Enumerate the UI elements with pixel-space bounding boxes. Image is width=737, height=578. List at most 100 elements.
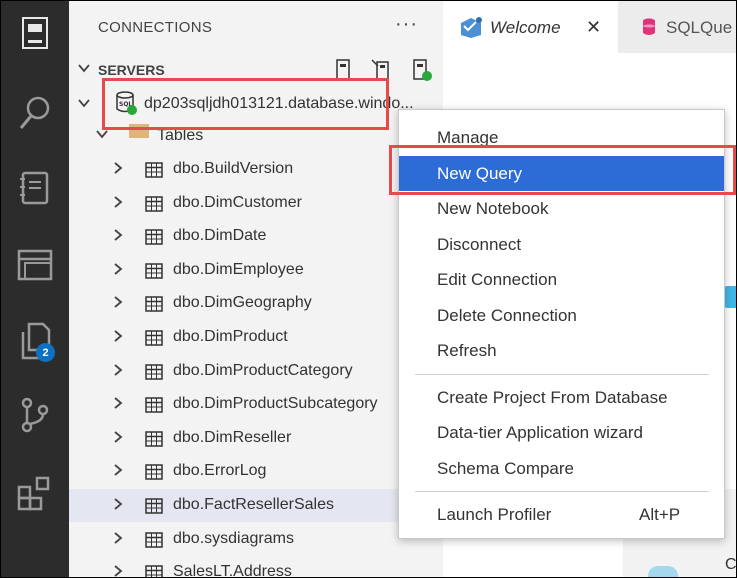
menu-item-data-tier-application-wizard[interactable]: Data-tier Application wizard — [399, 415, 724, 450]
table-row[interactable]: dbo.DimProduct — [69, 321, 443, 354]
app-window: 2 CONNECTIONS ··· SERVERS SQL dp203sqljd… — [0, 0, 737, 578]
menu-item-label: Schema Compare — [437, 458, 575, 478]
table-name: dbo.DimGeography — [173, 294, 312, 312]
tab-sqlquery[interactable]: SQLQue — [618, 1, 736, 53]
new-query-highlight — [389, 145, 736, 195]
notebook-icon[interactable] — [1, 158, 69, 218]
menu-item-refresh[interactable]: Refresh — [399, 333, 724, 368]
table-icon — [145, 162, 163, 178]
menu-item-edit-connection[interactable]: Edit Connection — [399, 262, 724, 297]
tab-welcome-label: Welcome — [490, 18, 561, 37]
chevron-right-icon — [114, 195, 123, 208]
menu-item-launch-profiler[interactable]: Launch Profiler Alt+P — [399, 497, 724, 532]
table-icon — [145, 263, 163, 279]
table-name: dbo.sysdiagrams — [173, 529, 294, 547]
table-row[interactable]: dbo.ErrorLog — [69, 455, 443, 488]
table-icon — [145, 229, 163, 245]
table-icon — [145, 531, 163, 548]
explorer-icon[interactable]: 2 — [1, 311, 69, 371]
menu-item-create-project-from-database[interactable]: Create Project From Database — [399, 380, 724, 415]
chevron-right-icon — [114, 162, 123, 174]
menu-item-label: Edit Connection — [437, 270, 558, 289]
chevron-right-icon — [114, 531, 123, 544]
menu-item-label: Refresh — [437, 341, 497, 360]
chevron-right-icon — [114, 565, 123, 577]
cloud-icon — [648, 566, 678, 577]
table-icon — [145, 431, 163, 447]
tab-strip: Welcome ✕ SQLQue — [443, 1, 736, 53]
table-icon — [145, 464, 163, 481]
table-row[interactable]: dbo.DimDate — [69, 220, 443, 253]
tab-welcome[interactable]: Welcome ✕ — [443, 1, 618, 53]
welcome-icon — [461, 17, 482, 38]
menu-item-delete-connection[interactable]: Delete Connection — [399, 298, 724, 333]
table-row[interactable]: SalesLT.Address — [69, 556, 443, 578]
menu-item-label: New Notebook — [437, 199, 549, 218]
menu-item-shortcut: Alt+P — [639, 505, 681, 524]
sidebar-title: CONNECTIONS — [98, 19, 213, 36]
table-name: dbo.BuildVersion — [173, 160, 294, 177]
table-name: dbo.DimCustomer — [173, 193, 302, 211]
table-icon — [145, 330, 163, 346]
chevron-right-icon — [114, 330, 123, 342]
table-name: dbo.DimProductCategory — [173, 361, 353, 379]
table-row[interactable]: dbo.DimCustomer — [69, 187, 443, 220]
table-name: dbo.DimReseller — [173, 428, 292, 446]
table-row[interactable]: dbo.DimEmployee — [69, 254, 443, 287]
table-icon — [145, 498, 163, 514]
table-row[interactable]: dbo.BuildVersion — [69, 153, 443, 186]
menu-item-label: Delete Connection — [437, 305, 577, 325]
chevron-right-icon — [114, 397, 123, 409]
table-row[interactable]: dbo.FactResellerSales — [69, 489, 443, 522]
menu-item-schema-compare[interactable]: Schema Compare — [399, 451, 724, 486]
chevron-right-icon — [114, 498, 123, 510]
extensions-icon[interactable] — [1, 463, 69, 523]
dashboard-icon[interactable] — [1, 235, 69, 295]
menu-item-new-notebook[interactable]: New Notebook — [399, 191, 724, 226]
table-icon — [145, 363, 163, 380]
table-name: dbo.FactResellerSales — [173, 496, 334, 513]
chevron-right-icon — [114, 363, 123, 376]
menu-item-label: Create Project From Database — [437, 387, 668, 407]
menu-separator — [415, 491, 709, 492]
chevron-right-icon — [114, 229, 123, 241]
table-name: dbo.DimDate — [173, 227, 267, 245]
explorer-badge: 2 — [36, 343, 55, 362]
table-name: SalesLT.Address — [173, 563, 292, 578]
chevron-down-icon — [78, 99, 90, 108]
chevron-right-icon — [114, 464, 123, 477]
close-icon[interactable]: ✕ — [586, 17, 601, 38]
welcome-card-text: C — [725, 556, 737, 573]
table-row[interactable]: dbo.DimProductSubcategory — [69, 388, 443, 421]
table-row[interactable]: dbo.DimGeography — [69, 287, 443, 320]
table-row[interactable]: dbo.DimReseller — [69, 422, 443, 455]
table-icon — [145, 397, 163, 413]
table-row[interactable]: dbo.sysdiagrams — [69, 523, 443, 556]
table-name: dbo.DimEmployee — [173, 260, 304, 278]
active-connections-button[interactable] — [410, 58, 434, 82]
servers-icon[interactable] — [1, 3, 69, 63]
table-row[interactable]: dbo.DimProductCategory — [69, 355, 443, 388]
server-highlight — [102, 78, 389, 130]
chevron-right-icon — [114, 431, 123, 443]
table-name: dbo.DimProduct — [173, 328, 288, 345]
menu-item-disconnect[interactable]: Disconnect — [399, 227, 724, 262]
activity-bar: 2 — [1, 1, 69, 577]
chevron-down-icon — [78, 64, 90, 73]
search-icon[interactable] — [1, 83, 69, 143]
menu-item-label: Data-tier Application wizard — [437, 423, 643, 442]
table-icon — [145, 195, 163, 212]
menu-item-label: Launch Profiler — [437, 505, 552, 524]
source-control-icon[interactable] — [1, 385, 69, 445]
table-name: dbo.DimProductSubcategory — [173, 395, 378, 413]
more-actions-icon[interactable]: ··· — [395, 13, 418, 36]
chevron-right-icon — [114, 263, 123, 275]
servers-section-title: SERVERS — [98, 62, 165, 78]
table-icon — [145, 296, 163, 313]
chevron-right-icon — [114, 296, 123, 309]
menu-separator — [415, 373, 709, 375]
database-icon — [643, 18, 655, 35]
menu-item-label: Disconnect — [437, 234, 522, 254]
table-name: dbo.ErrorLog — [173, 462, 267, 480]
tab-sqlquery-label: SQLQue — [666, 18, 733, 37]
